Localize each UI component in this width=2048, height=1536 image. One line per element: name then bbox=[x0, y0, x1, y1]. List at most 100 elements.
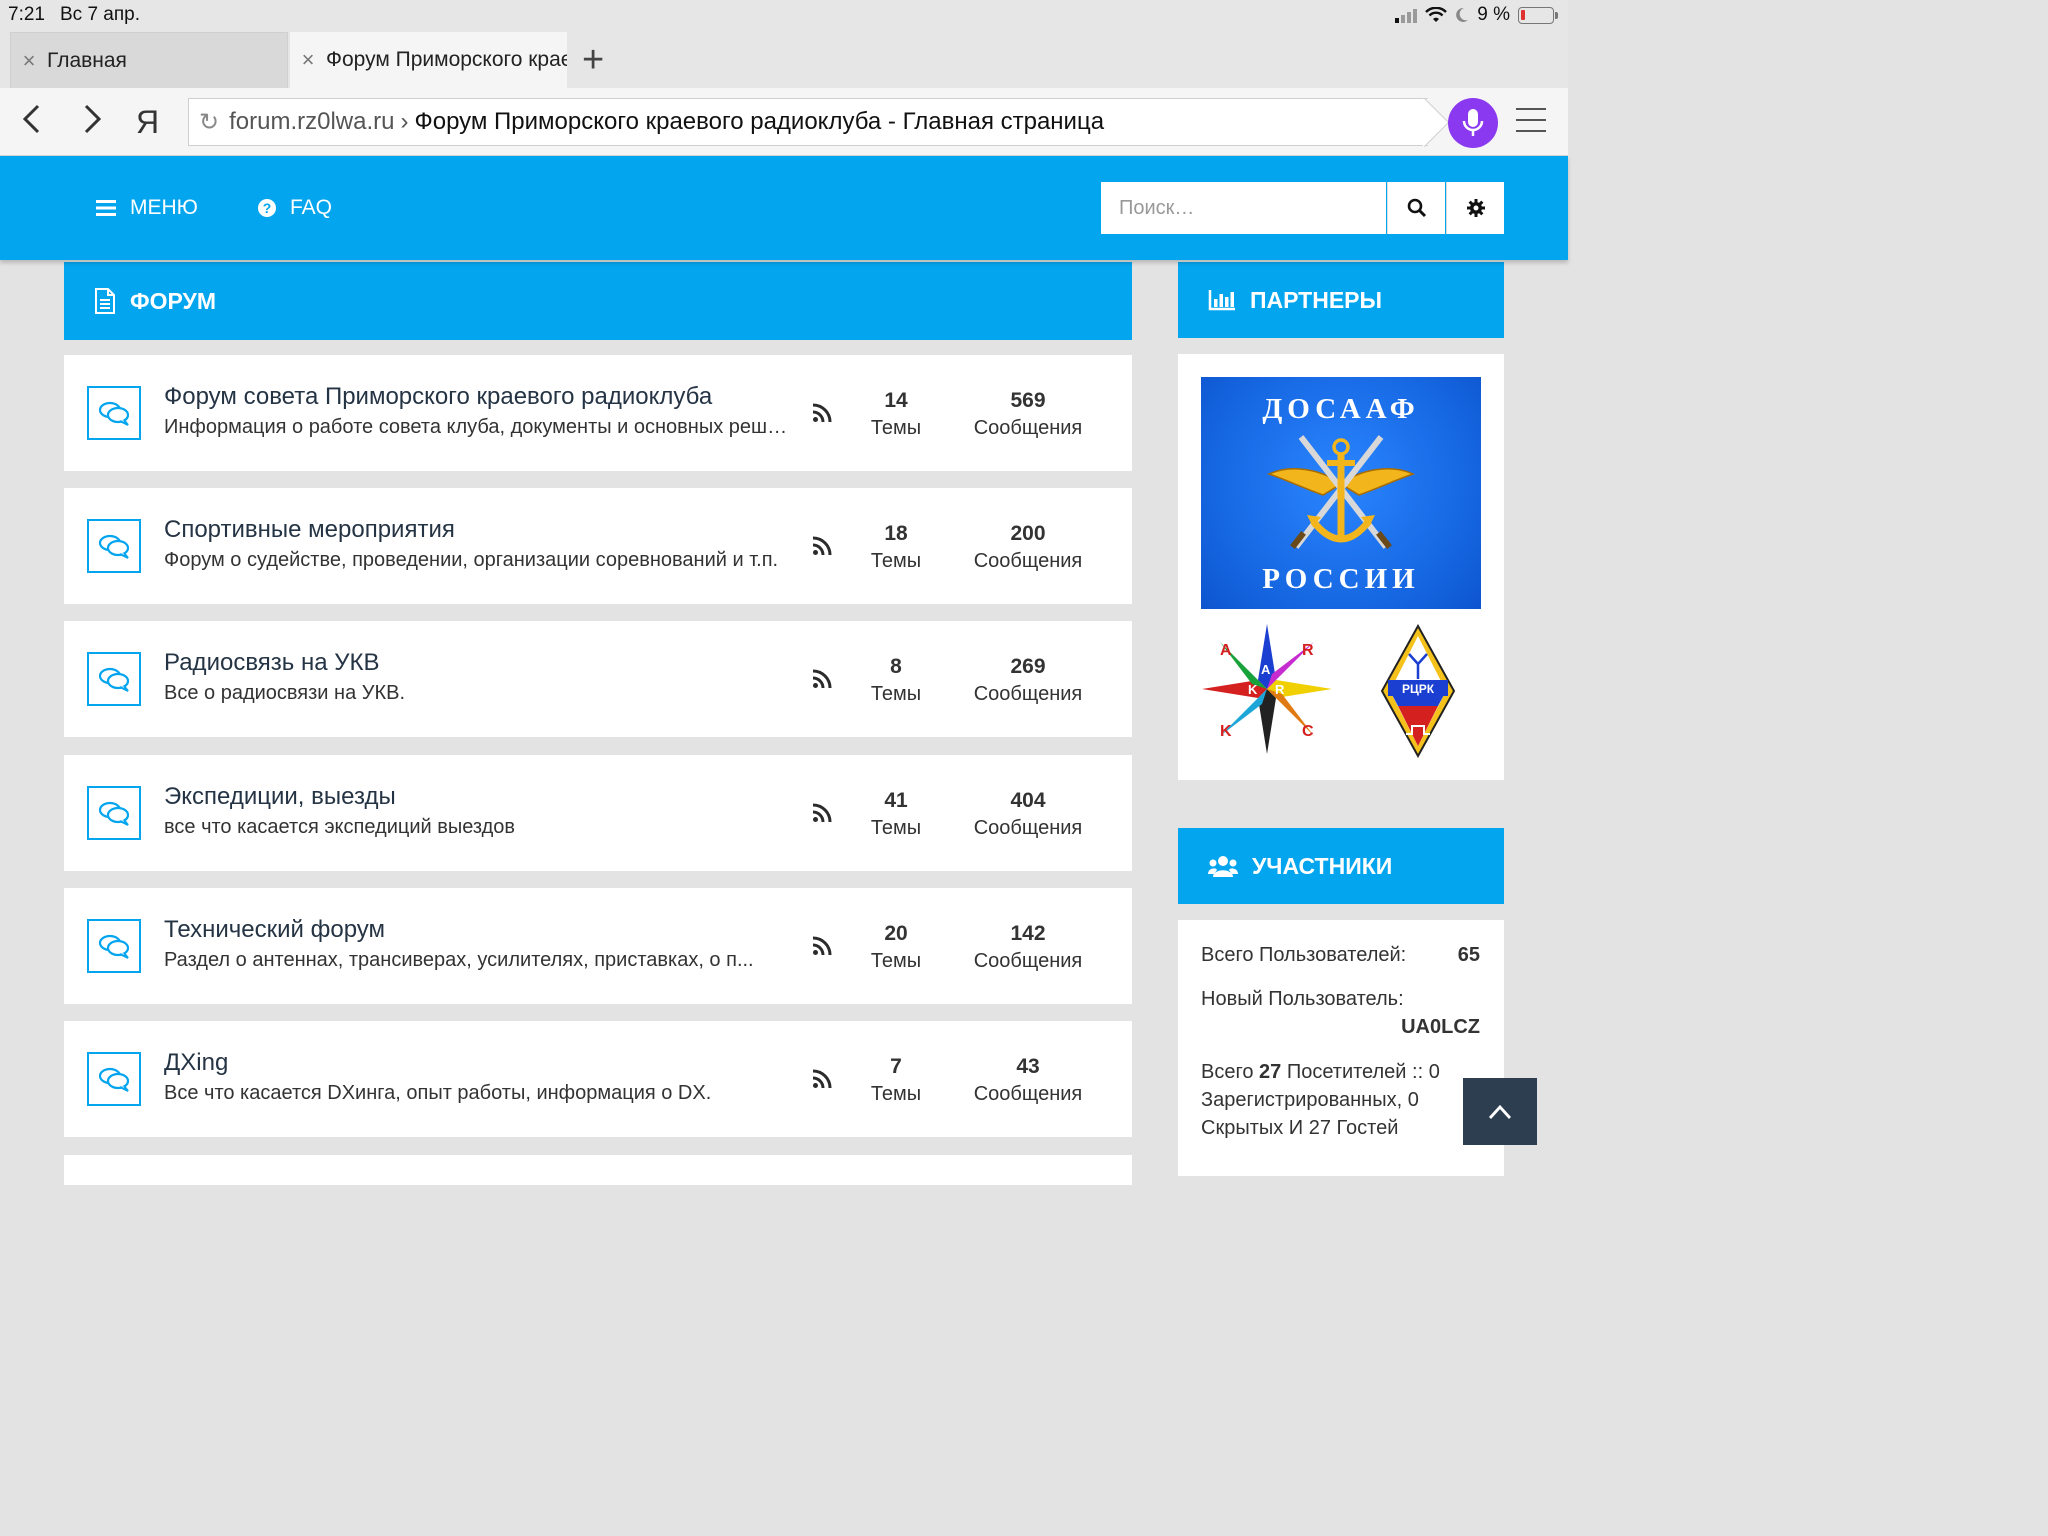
gear-icon bbox=[1466, 199, 1485, 217]
svg-text:A: A bbox=[1220, 642, 1232, 659]
posts-label: Сообщения bbox=[973, 683, 1083, 705]
forum-chat-icon[interactable] bbox=[87, 786, 141, 840]
posts-label: Сообщения bbox=[973, 817, 1083, 839]
browser-toolbar: Я ↻ forum.rz0lwa.ru › Форум Приморского … bbox=[0, 88, 1568, 156]
tab-label: Форум Приморского краевого радиоклуба bbox=[326, 48, 567, 71]
dosaaf-emblem-icon bbox=[1266, 435, 1416, 549]
forum-row: Экспедиции, выезды все что касается эксп… bbox=[64, 755, 1132, 871]
new-user-link[interactable]: UA0LCZ bbox=[1401, 1016, 1480, 1039]
forum-chat-icon[interactable] bbox=[87, 652, 141, 706]
forum-chat-icon[interactable] bbox=[87, 519, 141, 573]
members-heading: УЧАСТНИКИ bbox=[1178, 828, 1504, 904]
compass-star-logo[interactable]: A R K C A K R bbox=[1200, 622, 1334, 756]
tab-forum[interactable]: × Форум Приморского краевого радиоклуба bbox=[290, 32, 567, 88]
url-domain: forum.rz0lwa.ru bbox=[229, 108, 395, 135]
topics-number: 41 bbox=[884, 789, 908, 812]
posts-count: 269 Сообщения bbox=[958, 655, 1098, 706]
posts-number: 404 bbox=[1010, 789, 1046, 812]
tab-home[interactable]: × Главная bbox=[10, 32, 288, 88]
chevron-right-icon bbox=[84, 104, 102, 134]
rcrk-logo[interactable]: РЦРК bbox=[1380, 624, 1456, 758]
forum-heading-label: ФОРУМ bbox=[130, 287, 217, 314]
posts-count: 404 Сообщения bbox=[958, 789, 1098, 840]
total-users-value: 65 bbox=[1457, 944, 1480, 966]
hamburger-icon bbox=[96, 200, 116, 216]
posts-count: 142 Сообщения bbox=[958, 922, 1098, 973]
forum-title-link[interactable]: Технический форум bbox=[164, 916, 385, 944]
dosaaf-logo-text-top: ДОСААФ bbox=[1262, 393, 1420, 425]
topics-number: 18 bbox=[884, 522, 908, 545]
forum-chat-icon[interactable] bbox=[87, 919, 141, 973]
forum-row: Спортивные мероприятия Форум о судействе… bbox=[64, 488, 1132, 604]
topics-label: Темы bbox=[870, 417, 922, 439]
close-tab-icon[interactable]: × bbox=[290, 47, 326, 73]
search-button[interactable] bbox=[1387, 182, 1445, 234]
rss-icon[interactable] bbox=[812, 669, 832, 694]
rss-icon[interactable] bbox=[812, 1069, 832, 1094]
topics-count: 7 Темы bbox=[856, 1055, 936, 1106]
browser-logo[interactable]: Я bbox=[136, 102, 159, 142]
svg-text:K: K bbox=[1248, 682, 1258, 697]
forum-row: Форум совета Приморского краевого радиок… bbox=[64, 355, 1132, 471]
rss-icon[interactable] bbox=[812, 536, 832, 561]
search-input[interactable] bbox=[1101, 182, 1386, 234]
forum-heading: ФОРУМ bbox=[64, 262, 1132, 340]
address-bar[interactable]: ↻ forum.rz0lwa.ru › Форум Приморского кр… bbox=[188, 98, 1428, 146]
voice-search-button[interactable] bbox=[1448, 98, 1498, 148]
moon-icon bbox=[1456, 7, 1469, 22]
advanced-search-button[interactable] bbox=[1446, 182, 1504, 234]
new-tab-button[interactable]: + bbox=[582, 41, 604, 79]
posts-label: Сообщения bbox=[973, 1083, 1083, 1105]
document-icon bbox=[95, 288, 115, 314]
forum-chat-icon[interactable] bbox=[87, 386, 141, 440]
topics-number: 7 bbox=[890, 1055, 902, 1078]
status-date: Вс 7 апр. bbox=[60, 4, 140, 25]
rss-icon[interactable] bbox=[812, 403, 832, 428]
posts-count: 569 Сообщения bbox=[958, 389, 1098, 440]
posts-label: Сообщения bbox=[973, 417, 1083, 439]
topics-count: 8 Темы bbox=[856, 655, 936, 706]
forum-description: Информация о работе совета клуба, докуме… bbox=[164, 416, 792, 438]
posts-number: 43 bbox=[1016, 1055, 1040, 1078]
forum-row: Технический форум Раздел о антеннах, тра… bbox=[64, 888, 1132, 1004]
forum-description: Раздел о антеннах, трансиверах, усилител… bbox=[164, 949, 754, 971]
partners-heading-label: ПАРТНЕРЫ bbox=[1250, 286, 1383, 313]
back-button[interactable] bbox=[20, 102, 42, 142]
forum-description: Форум о судействе, проведении, организац… bbox=[164, 549, 779, 571]
dosaaf-banner[interactable]: ДОСААФ РОССИИ bbox=[1201, 377, 1481, 609]
topics-label: Темы bbox=[870, 817, 922, 839]
visitors-line1-rest: Посетителей :: 0 bbox=[1286, 1061, 1440, 1083]
battery-percent: 9 % bbox=[1477, 4, 1510, 25]
faq-link[interactable]: ? FAQ bbox=[258, 196, 332, 220]
topics-label: Темы bbox=[870, 683, 922, 705]
topics-label: Темы bbox=[870, 550, 922, 572]
forum-title-link[interactable]: Форум совета Приморского краевого радиок… bbox=[164, 383, 712, 411]
forum-title-link[interactable]: ДXing bbox=[164, 1049, 228, 1077]
forum-title-link[interactable]: Спортивные мероприятия bbox=[164, 516, 455, 544]
browser-menu-button[interactable] bbox=[1516, 108, 1546, 141]
topics-number: 8 bbox=[890, 655, 902, 678]
visitors-prefix: Всего bbox=[1201, 1061, 1254, 1083]
forum-title-link[interactable]: Экспедиции, выезды bbox=[164, 783, 396, 811]
reload-icon[interactable]: ↻ bbox=[199, 108, 219, 137]
status-time: 7:21 bbox=[8, 4, 45, 25]
back-to-top-button[interactable] bbox=[1463, 1078, 1537, 1145]
visitors-count: 27 bbox=[1259, 1061, 1282, 1083]
wifi-icon bbox=[1425, 7, 1448, 22]
forum-title-link[interactable]: Радиосвязь на УКВ bbox=[164, 649, 379, 677]
forum-chat-icon[interactable] bbox=[87, 1052, 141, 1106]
members-heading-label: УЧАСТНИКИ bbox=[1252, 852, 1393, 879]
svg-text:РЦРК: РЦРК bbox=[1402, 682, 1435, 696]
topics-count: 18 Темы bbox=[856, 522, 936, 573]
posts-count: 200 Сообщения bbox=[958, 522, 1098, 573]
rss-icon[interactable] bbox=[812, 936, 832, 961]
faq-label: FAQ bbox=[290, 196, 333, 219]
search-icon bbox=[1407, 198, 1426, 218]
signal-icon bbox=[1395, 7, 1418, 23]
close-tab-icon[interactable]: × bbox=[11, 48, 47, 74]
menu-button[interactable]: МЕНЮ bbox=[96, 196, 198, 220]
total-users-label: Всего Пользователей: bbox=[1201, 944, 1407, 966]
forward-button[interactable] bbox=[82, 102, 104, 142]
chevron-up-icon bbox=[1488, 1104, 1512, 1119]
rss-icon[interactable] bbox=[812, 803, 832, 828]
